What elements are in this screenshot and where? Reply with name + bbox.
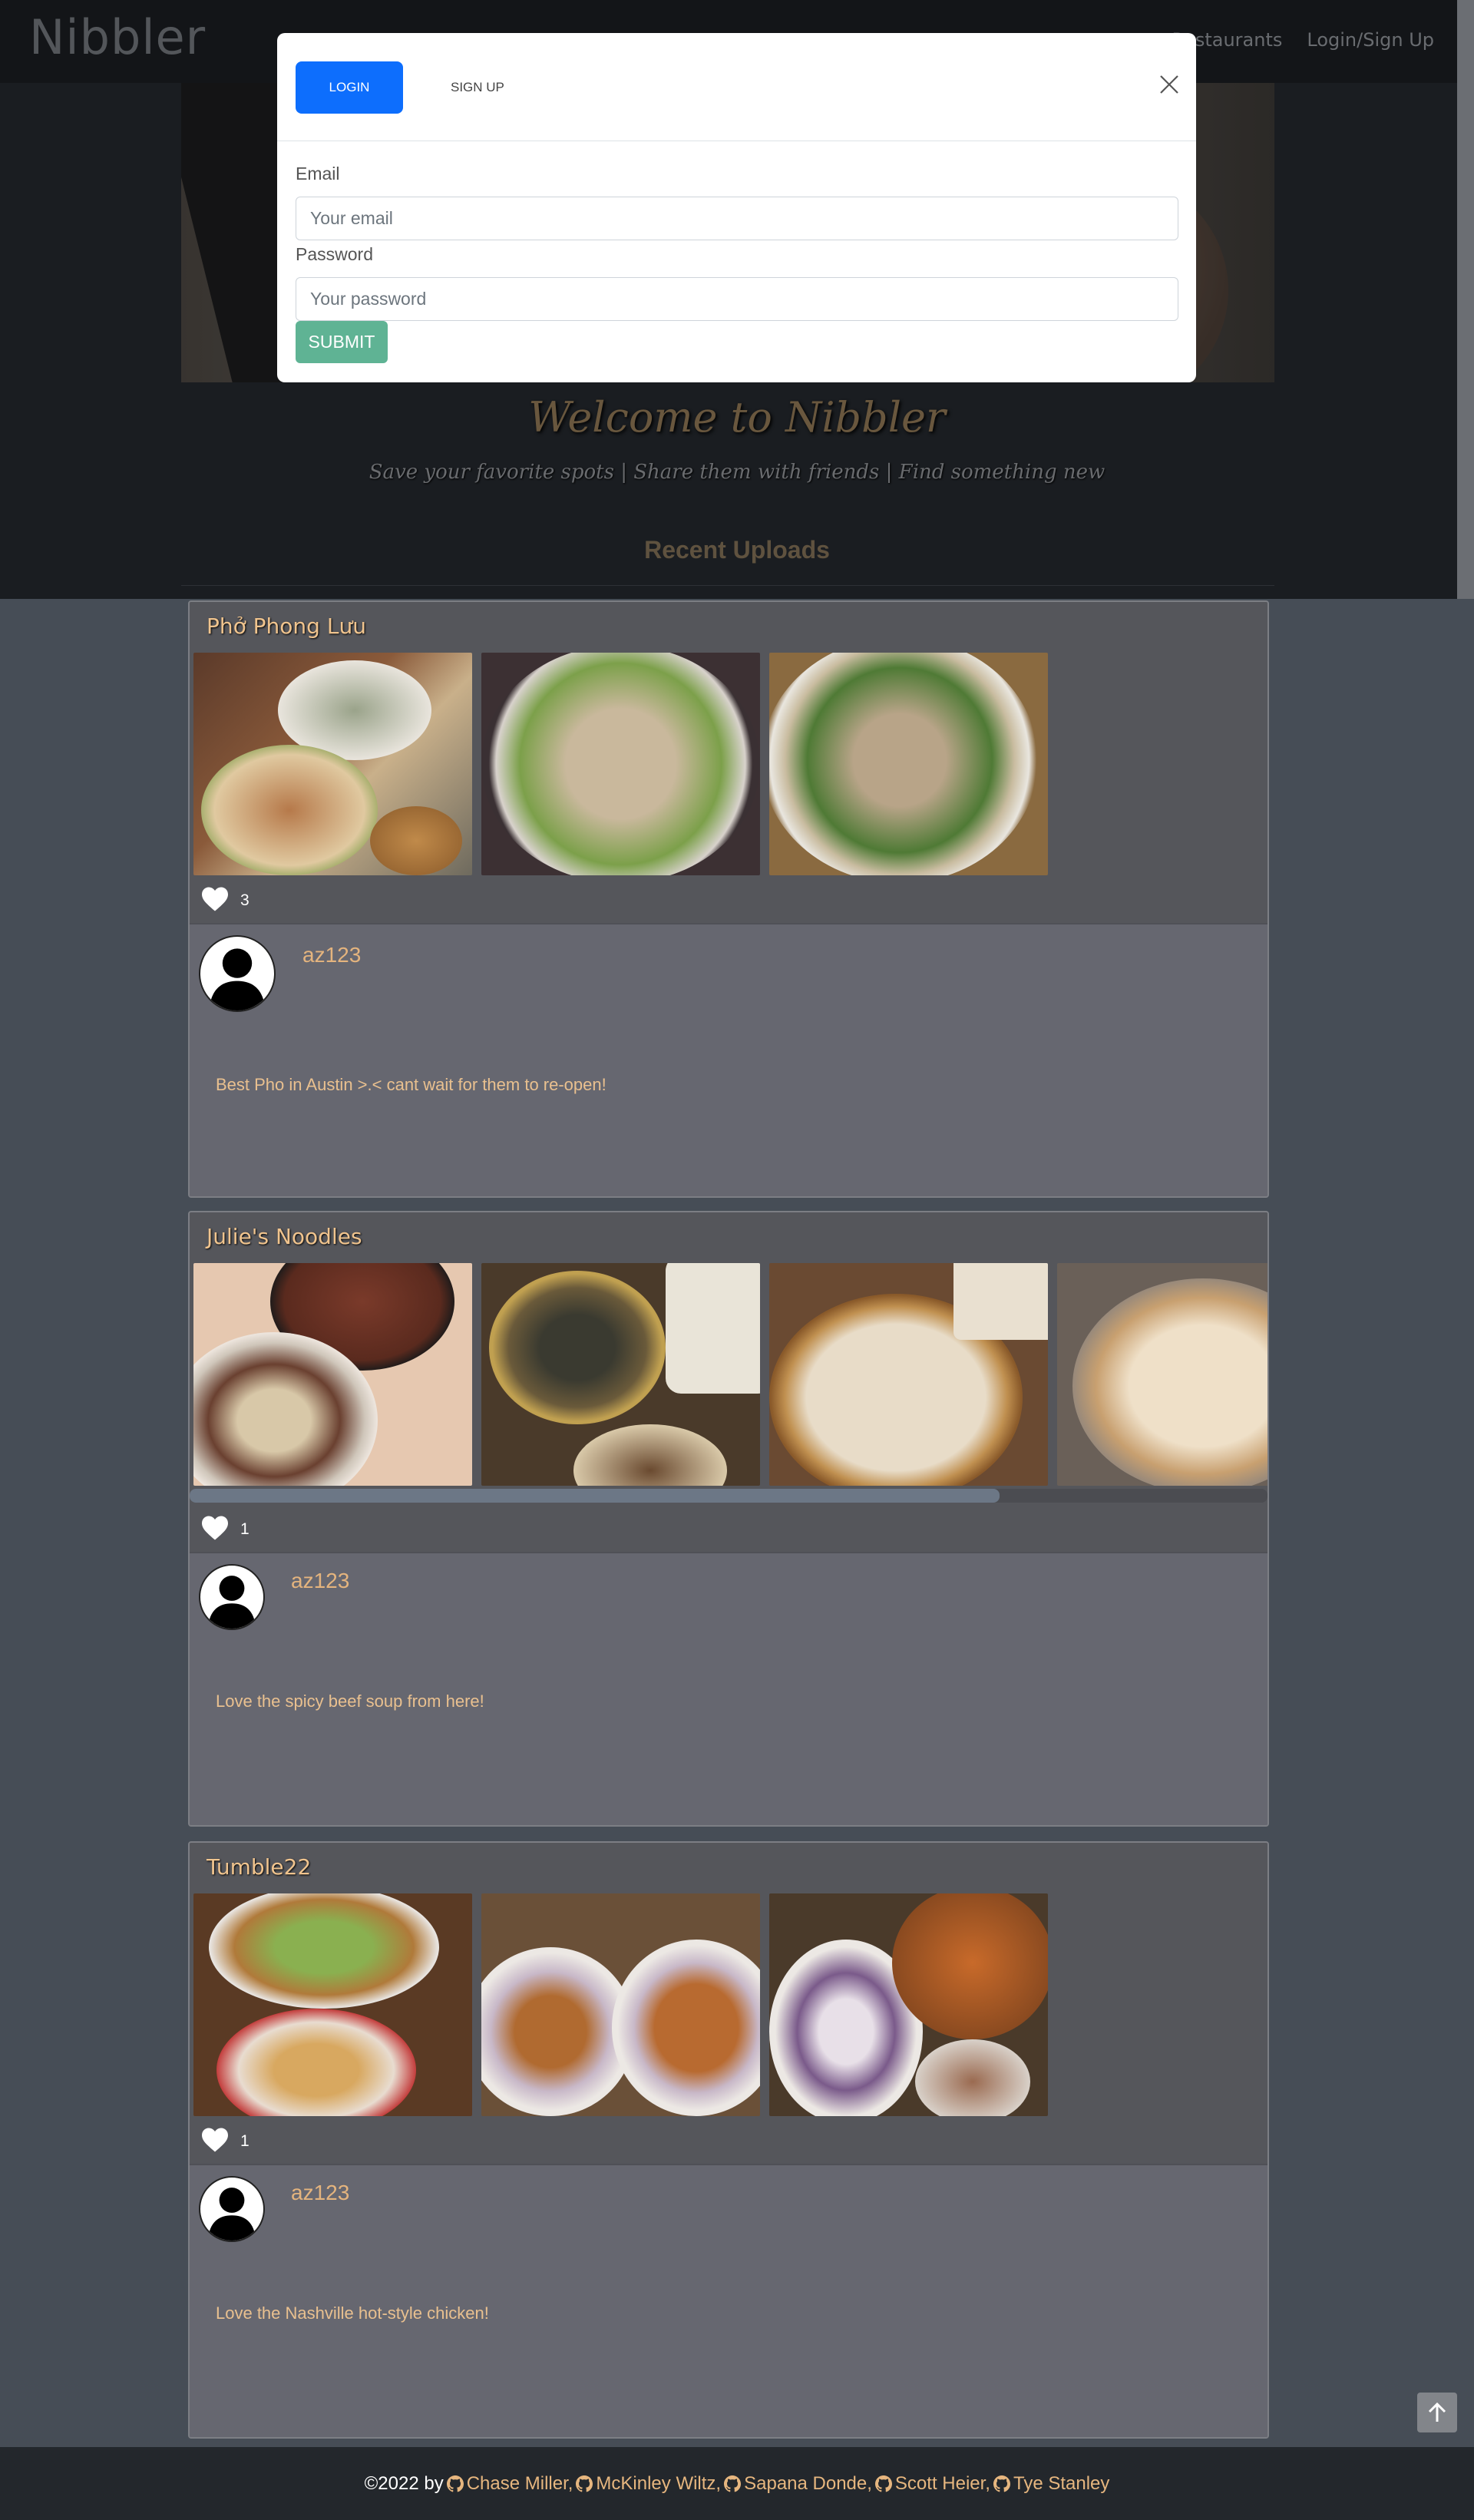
avatar[interactable] — [199, 1564, 265, 1630]
tab-login[interactable]: LOGIN — [296, 61, 403, 114]
post-card: Tumble22 1 az123 Love the Nashville hot-… — [188, 1841, 1269, 2439]
photo-gallery[interactable] — [190, 1260, 1267, 1486]
food-photo[interactable] — [481, 1263, 760, 1486]
github-icon — [724, 2475, 742, 2492]
post-text: Best Pho in Austin >.< cant wait for the… — [216, 1075, 606, 1094]
like-row: 1 — [190, 2116, 1267, 2164]
author-link[interactable]: Tye Stanley — [1013, 2473, 1109, 2495]
modal-tabs: LOGIN SIGN UP — [296, 61, 521, 114]
food-photo[interactable] — [769, 1893, 1048, 2116]
post-text: Love the Nashville hot-style chicken! — [216, 2303, 489, 2323]
food-photo[interactable] — [769, 1263, 1048, 1486]
food-photo[interactable] — [193, 1263, 472, 1486]
restaurant-name[interactable]: Tumble22 — [190, 1843, 1267, 1890]
avatar[interactable] — [199, 2176, 265, 2242]
post-body: az123 Love the Nashville hot-style chick… — [190, 2164, 1267, 2437]
like-count: 1 — [240, 2132, 250, 2150]
email-field[interactable] — [296, 197, 1178, 240]
footer-copyright: ©2022 by — [364, 2472, 444, 2494]
like-row: 1 — [190, 1504, 1267, 1552]
like-count: 3 — [240, 891, 250, 909]
github-icon — [446, 2475, 464, 2492]
author-link[interactable]: Chase Miller, — [467, 2473, 573, 2495]
food-photo[interactable] — [193, 1893, 472, 2116]
heart-icon[interactable] — [200, 2127, 230, 2153]
login-modal: LOGIN SIGN UP Email Password SUBMIT — [277, 33, 1196, 382]
back-to-top-button[interactable] — [1417, 2393, 1457, 2432]
email-label: Email — [296, 164, 340, 184]
github-icon — [874, 2475, 892, 2492]
food-photo[interactable] — [193, 653, 472, 875]
food-photo[interactable] — [769, 653, 1048, 875]
author-link[interactable]: Scott Heier, — [895, 2473, 990, 2495]
author-link[interactable]: McKinley Wiltz, — [596, 2473, 721, 2495]
avatar[interactable] — [199, 935, 276, 1012]
username[interactable]: az123 — [291, 1569, 349, 1593]
photo-gallery[interactable] — [190, 1890, 1267, 2116]
photo-gallery[interactable] — [190, 650, 1267, 875]
tab-signup[interactable]: SIGN UP — [434, 80, 521, 95]
user-silhouette-icon — [207, 1576, 256, 1629]
like-count: 1 — [240, 1520, 250, 1538]
heart-icon[interactable] — [200, 1515, 230, 1541]
author-link[interactable]: Sapana Donde, — [744, 2473, 872, 2495]
user-silhouette-icon — [207, 2188, 256, 2241]
footer: ©2022 by Chase Miller, McKinley Wiltz, S… — [0, 2447, 1474, 2520]
post-body: az123 Love the spicy beef soup from here… — [190, 1552, 1267, 1825]
restaurant-name[interactable]: Phở Phong Lưu — [190, 602, 1267, 650]
post-card: Julie's Noodles 1 az123 Love the spicy b… — [188, 1211, 1269, 1827]
heart-icon[interactable] — [200, 886, 230, 912]
post-body: az123 Best Pho in Austin >.< cant wait f… — [190, 923, 1267, 1196]
food-photo[interactable] — [481, 653, 760, 875]
username[interactable]: az123 — [291, 2181, 349, 2205]
close-icon[interactable] — [1158, 73, 1181, 96]
user-silhouette-icon — [209, 948, 266, 1010]
arrow-up-icon — [1428, 2402, 1446, 2422]
food-photo[interactable] — [481, 1893, 760, 2116]
page-scrollbar[interactable] — [1457, 0, 1474, 599]
food-photo[interactable] — [1057, 1263, 1267, 1486]
restaurant-name[interactable]: Julie's Noodles — [190, 1212, 1267, 1260]
password-field[interactable] — [296, 277, 1178, 321]
post-text: Love the spicy beef soup from here! — [216, 1692, 484, 1711]
password-label: Password — [296, 244, 373, 264]
github-icon — [576, 2475, 593, 2492]
username[interactable]: az123 — [302, 943, 361, 967]
gallery-scrollbar[interactable] — [190, 1486, 1267, 1504]
like-row: 3 — [190, 875, 1267, 923]
github-icon — [993, 2475, 1010, 2492]
post-card: Phở Phong Lưu 3 az123 Best Pho in Austin… — [188, 600, 1269, 1198]
submit-button[interactable]: SUBMIT — [296, 321, 388, 363]
